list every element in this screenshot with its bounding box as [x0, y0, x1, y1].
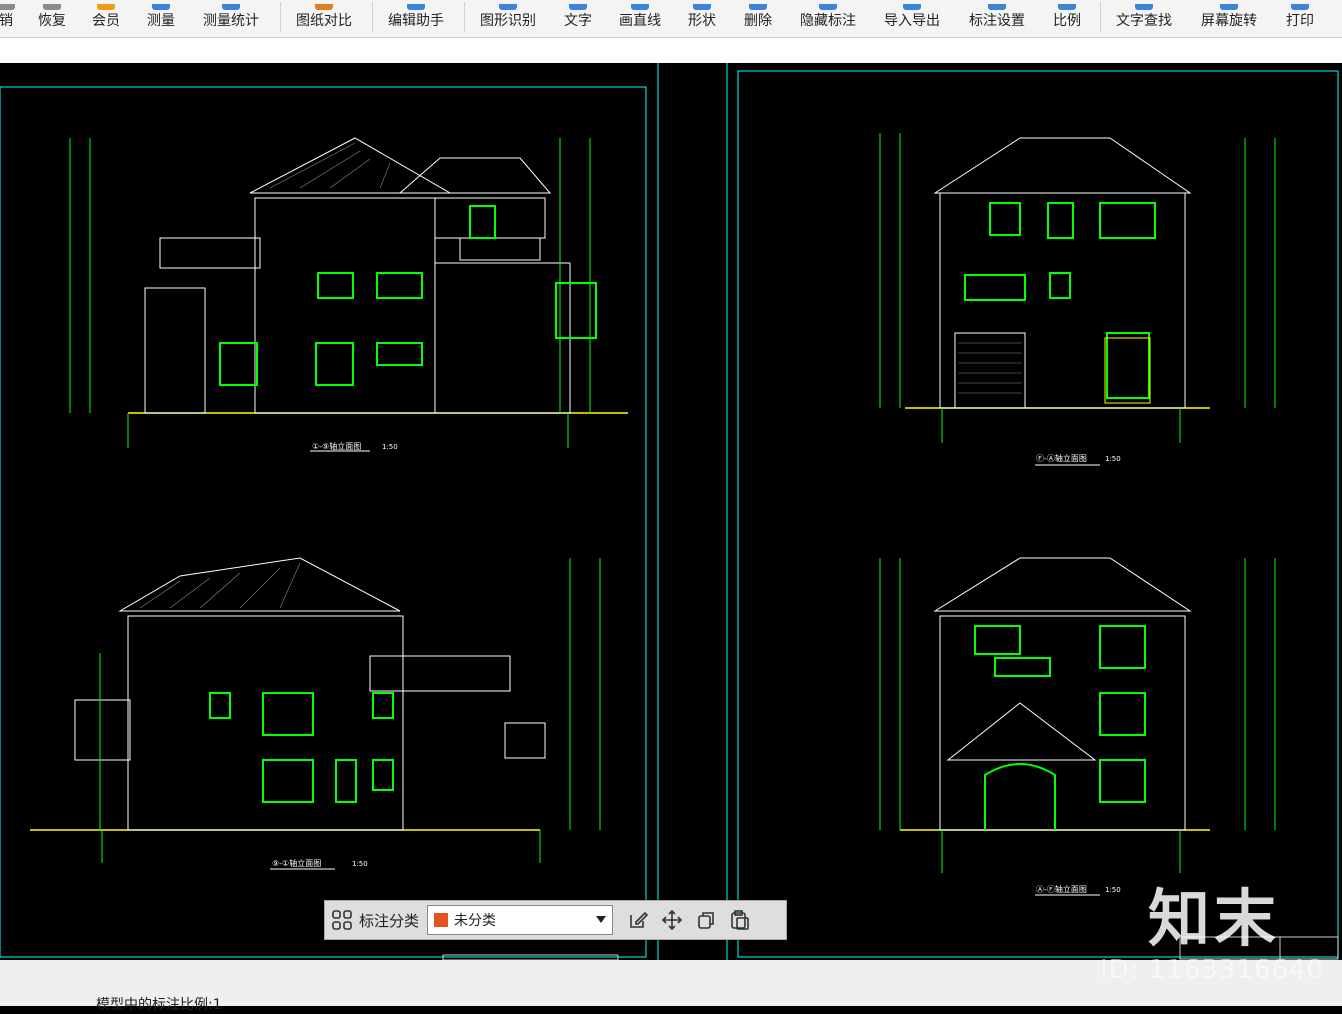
measure-icon — [152, 4, 170, 10]
toolbar-label: 恢复 — [38, 13, 66, 29]
move-button[interactable] — [655, 903, 689, 937]
toolbar-label: 画直线 — [619, 13, 661, 29]
toolbar-label: 删除 — [744, 13, 772, 29]
toolbar-button-undo[interactable]: 销 — [0, 0, 15, 37]
toolbar-button-compare[interactable]: 图纸对比 — [296, 0, 352, 37]
annotation-category-panel: 标注分类 未分类 — [324, 900, 787, 940]
import-export-icon — [903, 4, 921, 10]
toolbar-button-edit-helper[interactable]: 编辑助手 — [388, 0, 444, 37]
toolbar-label: 比例 — [1053, 13, 1081, 29]
toolbar-button-redo[interactable]: 恢复 — [38, 0, 66, 37]
toolbar-label: 打印 — [1286, 13, 1314, 29]
view2-scale: 1:50 — [1105, 455, 1121, 463]
toolbar-label: 隐藏标注 — [800, 13, 856, 29]
view1-scale: 1:50 — [382, 443, 398, 451]
toolbar-label: 文字 — [564, 13, 592, 29]
toolbar-button-text[interactable]: 文字 — [564, 0, 592, 37]
copy-button[interactable] — [689, 903, 723, 937]
annotation-category-label: 标注分类 — [359, 911, 420, 930]
toolbar-button-measure-stat[interactable]: 测量统计 — [203, 0, 259, 37]
paste-button[interactable] — [723, 903, 757, 937]
cad-drawing-canvas[interactable]: ①-⑨轴立面图 1:50 Ⓕ-Ⓐ轴立面图 1:50 ⑨-①轴立面图 1:50 Ⓐ… — [0, 63, 1342, 961]
redo-icon — [43, 4, 61, 10]
category-color-swatch — [434, 913, 449, 927]
edit-helper-icon — [407, 4, 425, 10]
toolbar-button-rotate-screen[interactable]: 屏幕旋转 — [1201, 0, 1257, 37]
toolbar-button-scale[interactable]: 比例 — [1053, 0, 1081, 37]
toolbar-button-shape-recognize[interactable]: 图形识别 — [480, 0, 536, 37]
toolbar-separator — [372, 2, 373, 32]
hide-annotation-icon — [819, 4, 837, 10]
edit-button[interactable] — [621, 903, 655, 937]
toolbar-label: 测量统计 — [203, 13, 259, 29]
view4-scale: 1:50 — [1105, 886, 1121, 894]
paste-icon — [731, 910, 749, 930]
toolbar-label: 销 — [0, 13, 13, 29]
toolbar-button-import-export[interactable]: 导入导出 — [884, 0, 940, 37]
print-icon — [1291, 4, 1309, 10]
toolbar-label: 测量 — [147, 13, 175, 29]
chevron-down-icon — [596, 916, 607, 923]
shape-icon — [693, 4, 711, 10]
toolbar-button-hide-annotation[interactable]: 隐藏标注 — [800, 0, 856, 37]
annotation-category-select[interactable]: 未分类 — [427, 905, 614, 935]
move-icon — [661, 909, 683, 931]
top-toolbar: 销 恢复 会员 测量 测量统计 图纸对比 编辑助手 图形识别 文字 画直线 形状 删除 隐藏标注 导入导出… — [0, 0, 1342, 38]
toolbar-button-text-search[interactable]: 文字查找 — [1116, 0, 1172, 37]
sheet-frame-left — [0, 86, 647, 958]
copy-icon — [698, 912, 714, 929]
toolbar-label: 形状 — [688, 13, 716, 29]
grid-menu-button[interactable] — [325, 903, 359, 937]
view3-title: ⑨-①轴立面图 — [272, 858, 321, 868]
toolbar-separator — [464, 2, 465, 32]
member-crown-icon — [97, 4, 115, 10]
drawing-svg: ①-⑨轴立面图 1:50 Ⓕ-Ⓐ轴立面图 1:50 ⑨-①轴立面图 1:50 Ⓐ… — [0, 63, 1339, 961]
toolbar-label: 图纸对比 — [296, 13, 352, 29]
toolbar-button-delete[interactable]: 删除 — [744, 0, 772, 37]
toolbar-button-shape[interactable]: 形状 — [688, 0, 716, 37]
grid-icon — [332, 910, 352, 930]
rotate-screen-icon — [1220, 4, 1238, 10]
line-icon — [631, 4, 649, 10]
toolbar-label: 导入导出 — [884, 13, 940, 29]
watermark-id: ID: 1163316640 — [1100, 955, 1325, 985]
elevation-view-4: Ⓐ-Ⓕ轴立面图 1:50 — [879, 557, 1276, 896]
toolbar-button-line[interactable]: 画直线 — [619, 0, 661, 37]
toolbar-shadow-strip — [0, 38, 1342, 63]
watermark-logo: 知末 — [1148, 882, 1281, 955]
toolbar-separator — [280, 2, 281, 32]
measure-stat-icon — [222, 4, 240, 10]
category-selected-value: 未分类 — [454, 913, 497, 929]
elevation-view-1: ①-⑨轴立面图 1:50 — [69, 137, 628, 452]
annotation-scale-status: 模型中的标注比例:1 — [96, 997, 222, 1013]
view2-title: Ⓕ-Ⓐ轴立面图 — [1036, 453, 1087, 463]
toolbar-label: 文字查找 — [1116, 13, 1172, 29]
toolbar-button-measure[interactable]: 测量 — [147, 0, 175, 37]
toolbar-button-member-crown[interactable]: 会员 — [92, 0, 120, 37]
shape-recognize-icon — [499, 4, 517, 10]
annotation-settings-icon — [988, 4, 1006, 10]
toolbar-separator — [1100, 2, 1101, 32]
elevation-view-3: ⑨-①轴立面图 1:50 — [30, 557, 601, 870]
compare-icon — [315, 4, 333, 10]
text-search-icon — [1135, 4, 1153, 10]
toolbar-label: 屏幕旋转 — [1201, 13, 1257, 29]
view4-title: Ⓐ-Ⓕ轴立面图 — [1036, 884, 1087, 894]
view3-scale: 1:50 — [352, 860, 368, 868]
undo-icon — [0, 4, 15, 10]
toolbar-label: 会员 — [92, 13, 120, 29]
toolbar-button-print[interactable]: 打印 — [1286, 0, 1314, 37]
edit-icon — [630, 911, 649, 928]
sheet-frame-right — [737, 70, 1339, 958]
toolbar-label: 编辑助手 — [388, 13, 444, 29]
delete-icon — [749, 4, 767, 10]
toolbar-label: 标注设置 — [969, 13, 1025, 29]
view1-title: ①-⑨轴立面图 — [312, 441, 361, 451]
toolbar-button-annotation-settings[interactable]: 标注设置 — [969, 0, 1025, 37]
text-icon — [569, 4, 587, 10]
scale-icon — [1058, 4, 1076, 10]
elevation-view-2: Ⓕ-Ⓐ轴立面图 1:50 — [879, 133, 1276, 466]
toolbar-label: 图形识别 — [480, 13, 536, 29]
